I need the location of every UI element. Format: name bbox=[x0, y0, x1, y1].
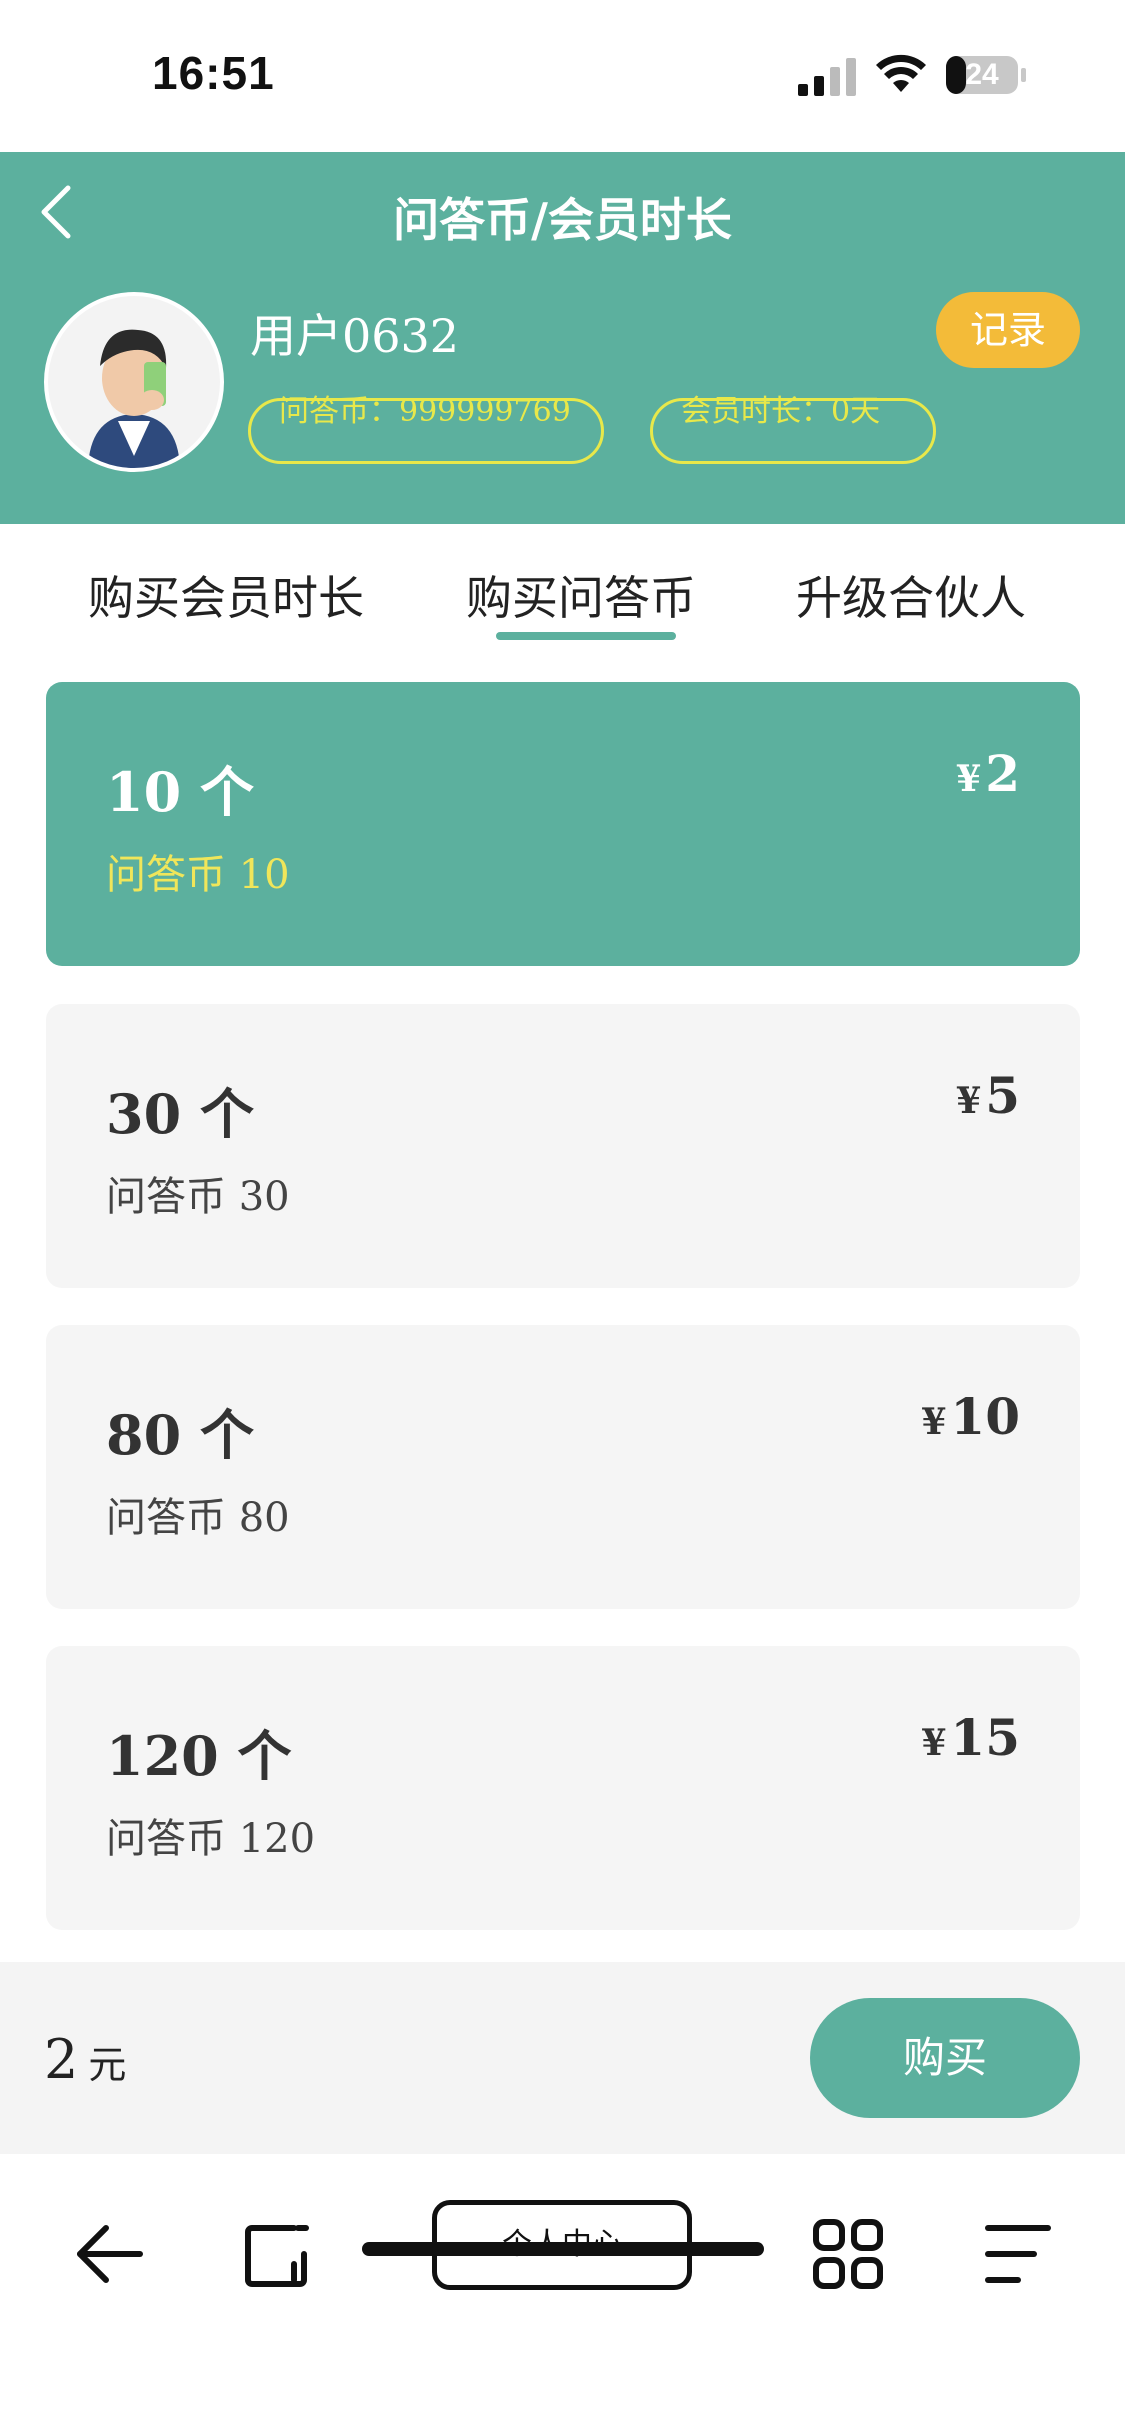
package-description: 问答币 120 bbox=[106, 1816, 316, 1862]
active-tab-indicator bbox=[496, 632, 676, 640]
status-bar: 16:51 24 bbox=[0, 0, 1125, 152]
package-quantity: 30 个 bbox=[106, 1082, 254, 1146]
package-card-30[interactable]: 30 个 问答币 30 ¥5 bbox=[46, 1004, 1080, 1288]
tab-buy-membership[interactable]: 购买会员时长 bbox=[88, 562, 364, 628]
tab-upgrade-partner[interactable]: 升级合伙人 bbox=[796, 562, 1026, 628]
price-value: 5 bbox=[985, 1066, 1020, 1125]
coin-balance-badge: 问答币：999999769 bbox=[248, 394, 604, 464]
buy-button[interactable]: 购买 bbox=[810, 1998, 1080, 2118]
total-amount: 2 bbox=[44, 2028, 79, 2091]
purchase-bar: 2元 购买 bbox=[0, 1962, 1125, 2154]
battery-icon: 24 bbox=[945, 54, 1027, 96]
package-description: 问答币 80 bbox=[106, 1495, 290, 1541]
total-price: 2元 bbox=[44, 2028, 126, 2091]
price-value: 10 bbox=[950, 1387, 1020, 1446]
menu-icon[interactable] bbox=[978, 2214, 1058, 2294]
currency-symbol: ¥ bbox=[956, 1080, 982, 1122]
wifi-icon bbox=[876, 54, 926, 92]
package-price: ¥5 bbox=[956, 1066, 1020, 1125]
avatar bbox=[44, 292, 224, 472]
package-card-10[interactable]: 10 个 问答币 10 ¥2 bbox=[46, 682, 1080, 966]
record-button[interactable]: 记录 bbox=[936, 292, 1080, 368]
tab-bar: 购买会员时长 购买问答币 升级合伙人 bbox=[0, 524, 1125, 654]
currency-symbol: ¥ bbox=[921, 1401, 947, 1443]
signal-icon bbox=[798, 58, 856, 96]
currency-symbol: ¥ bbox=[921, 1722, 947, 1764]
package-quantity: 120 个 bbox=[106, 1724, 292, 1788]
package-quantity: 10 个 bbox=[106, 760, 254, 824]
price-value: 2 bbox=[985, 744, 1020, 803]
membership-duration-badge: 会员时长：0天 bbox=[650, 394, 936, 464]
username: 用户0632 bbox=[250, 309, 460, 363]
package-description: 问答币 30 bbox=[106, 1174, 290, 1220]
currency-symbol: ¥ bbox=[956, 758, 982, 800]
header: 问答币/会员时长 用户0632 记录 问答币：999999769 会员时长：0天 bbox=[0, 152, 1125, 524]
tabs-icon[interactable] bbox=[236, 2214, 316, 2294]
status-time: 16:51 bbox=[152, 47, 275, 99]
total-unit: 元 bbox=[88, 2043, 127, 2087]
page-title: 问答币/会员时长 bbox=[393, 193, 732, 247]
package-quantity: 80 个 bbox=[106, 1403, 254, 1467]
battery-level: 24 bbox=[965, 58, 999, 91]
home-indicator bbox=[362, 2242, 764, 2256]
tab-buy-coins[interactable]: 购买问答币 bbox=[466, 562, 696, 628]
package-price: ¥2 bbox=[956, 744, 1020, 803]
package-description: 问答币 10 bbox=[106, 852, 290, 898]
membership-duration-text: 会员时长：0天 bbox=[681, 394, 881, 429]
package-price: ¥15 bbox=[921, 1708, 1020, 1767]
package-card-120[interactable]: 120 个 问答币 120 ¥15 bbox=[46, 1646, 1080, 1930]
arrow-left-icon[interactable] bbox=[70, 2214, 150, 2294]
price-value: 15 bbox=[950, 1708, 1020, 1767]
grid-icon[interactable] bbox=[808, 2214, 888, 2294]
coin-balance-text: 问答币：999999769 bbox=[279, 394, 571, 429]
browser-toolbar: 个人中心 bbox=[0, 2154, 1125, 2436]
package-price: ¥10 bbox=[921, 1387, 1020, 1446]
package-card-80[interactable]: 80 个 问答币 80 ¥10 bbox=[46, 1325, 1080, 1609]
